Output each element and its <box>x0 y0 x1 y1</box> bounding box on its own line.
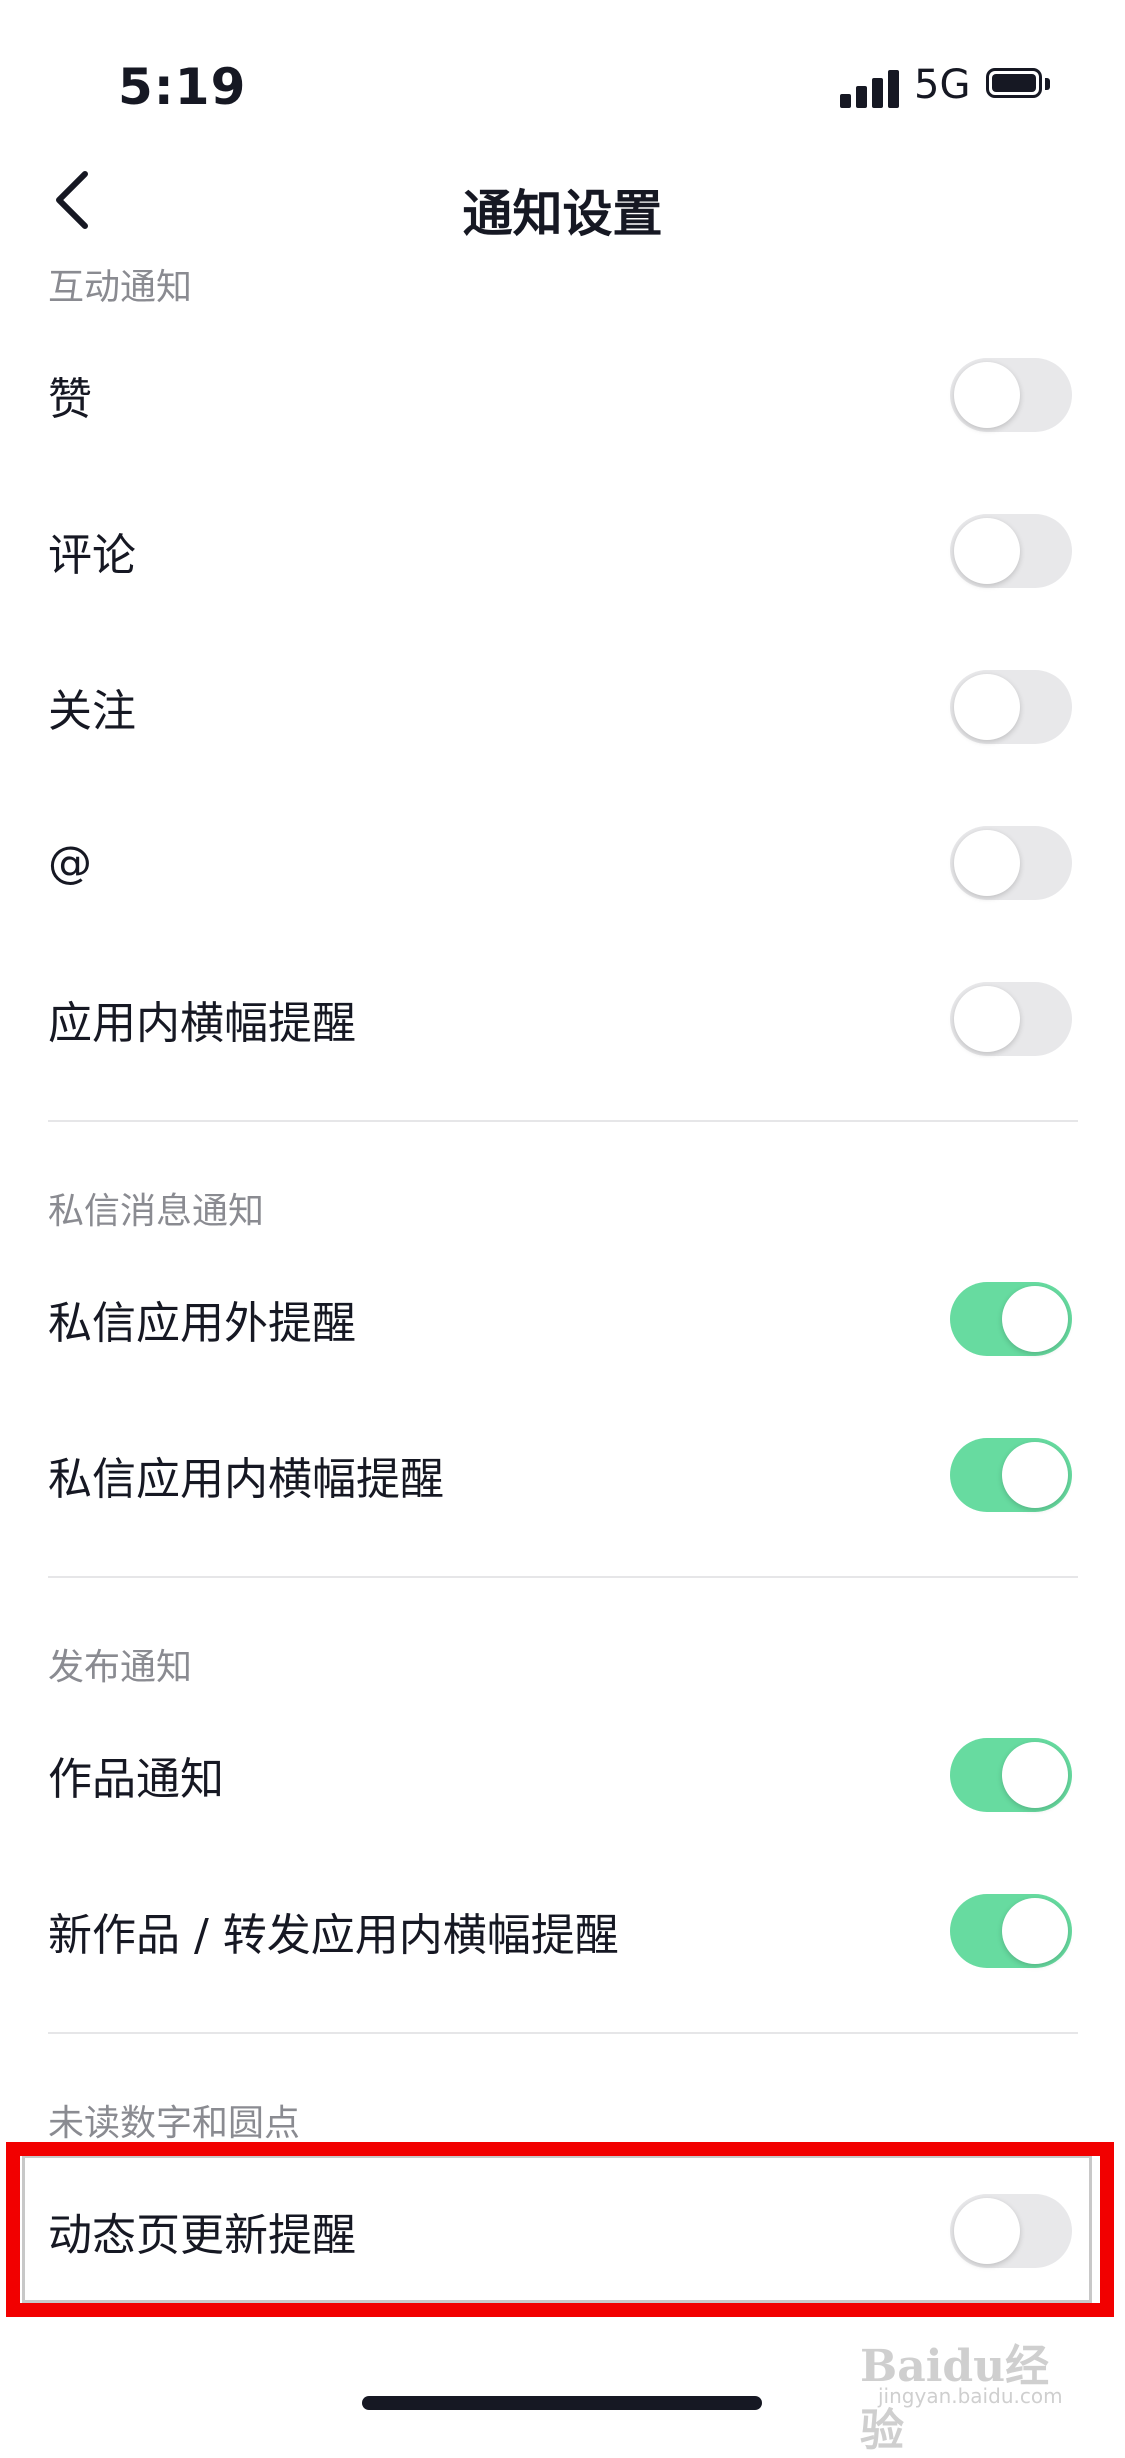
network-type: 5G <box>914 62 971 108</box>
toggle-knob <box>954 518 1020 584</box>
section-header-unread: 未读数字和圆点 <box>48 2103 301 2144</box>
setting-label: 作品通知 <box>48 1754 224 1805</box>
battery-tip <box>1045 78 1050 90</box>
section-divider <box>48 1120 1078 1122</box>
toggle-dm-in-app-banner[interactable] <box>950 1438 1072 1512</box>
toggle-in-app-banner[interactable] <box>950 982 1072 1056</box>
toggle-comment[interactable] <box>950 514 1072 588</box>
signal-icon <box>840 68 900 108</box>
setting-label: 应用内横幅提醒 <box>48 998 356 1049</box>
toggle-knob <box>954 986 1020 1052</box>
setting-label: 私信应用内横幅提醒 <box>48 1454 444 1505</box>
watermark-url: jingyan.baidu.com <box>878 2384 1063 2408</box>
setting-label: @ <box>48 837 92 889</box>
status-bar: 5:19 5G <box>0 0 1125 140</box>
toggle-knob <box>1002 1286 1068 1352</box>
toggle-knob <box>954 674 1020 740</box>
toggle-knob <box>1002 1742 1068 1808</box>
watermark: Baidu经验 jingyan.baidu.com <box>860 2330 1080 2456</box>
status-time: 5:19 <box>118 58 247 116</box>
toggle-knob <box>1002 1898 1068 1964</box>
setting-label: 赞 <box>48 374 92 425</box>
toggle-knob <box>954 830 1020 896</box>
toggle-dm-outside-app[interactable] <box>950 1282 1072 1356</box>
setting-row-comment: 评论 <box>0 476 1125 626</box>
setting-label: 评论 <box>48 530 136 581</box>
section-divider <box>48 2032 1078 2034</box>
setting-row-dm-in-app-banner: 私信应用内横幅提醒 <box>0 1400 1125 1550</box>
toggle-like[interactable] <box>950 358 1072 432</box>
setting-row-follow: 关注 <box>0 632 1125 782</box>
section-header-publish: 发布通知 <box>48 1647 193 1688</box>
toggle-mention[interactable] <box>950 826 1072 900</box>
section-header-direct-message: 私信消息通知 <box>48 1191 265 1232</box>
toggle-knob <box>1002 1442 1068 1508</box>
highlight-annotation <box>6 2142 1114 2317</box>
toggle-knob <box>954 362 1020 428</box>
setting-row-mention: @ <box>0 788 1125 938</box>
battery-icon <box>986 68 1042 98</box>
home-indicator <box>362 2396 762 2410</box>
setting-row-new-works-repost: 新作品 / 转发应用内横幅提醒 <box>0 1856 1125 2006</box>
page-title: 通知设置 <box>462 185 663 243</box>
setting-row-like: 赞 <box>0 320 1125 470</box>
toggle-follow[interactable] <box>950 670 1072 744</box>
setting-row-dm-outside-app: 私信应用外提醒 <box>0 1244 1125 1394</box>
section-divider <box>48 1576 1078 1578</box>
setting-row-works: 作品通知 <box>0 1700 1125 1850</box>
setting-row-in-app-banner: 应用内横幅提醒 <box>0 944 1125 1094</box>
setting-label: 私信应用外提醒 <box>48 1298 356 1349</box>
nav-bar: 通知设置 <box>0 140 1125 260</box>
toggle-works[interactable] <box>950 1738 1072 1812</box>
toggle-new-works-repost[interactable] <box>950 1894 1072 1968</box>
setting-label: 关注 <box>48 686 136 737</box>
setting-label: 新作品 / 转发应用内横幅提醒 <box>48 1910 619 1961</box>
section-header-interaction: 互动通知 <box>48 267 193 308</box>
